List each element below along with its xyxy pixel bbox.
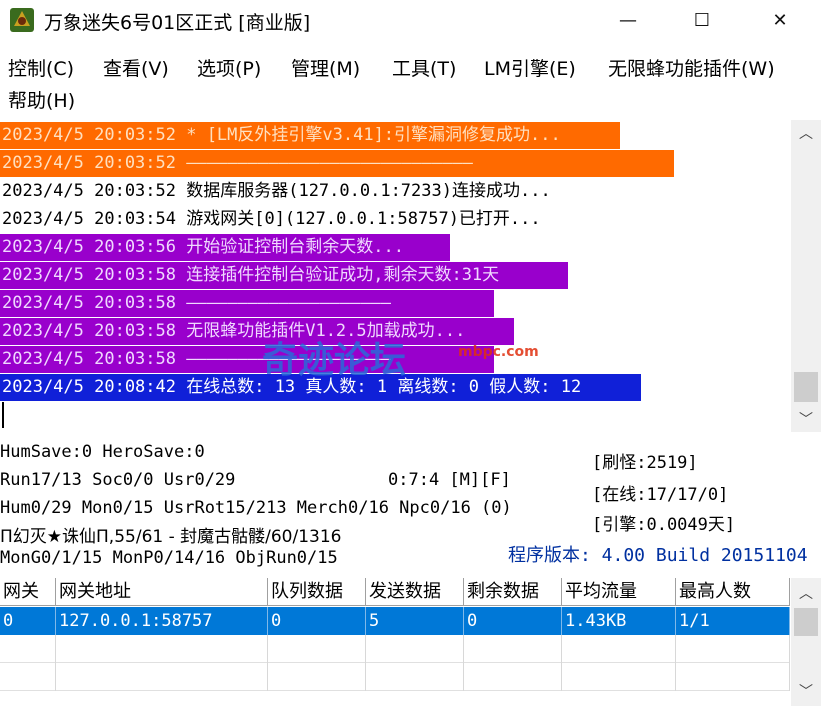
table-row[interactable]: 0 127.0.0.1:58757 0 5 0 1.43KB 1/1 (0, 607, 790, 635)
empty-cell (268, 663, 366, 691)
refresh-monster-stat: [刷怪:2519] (592, 453, 698, 473)
log-line: 2023/4/5 20:03:58 ———————————————————— (0, 290, 494, 317)
svg-text:mbpc.com: mbpc.com (458, 344, 539, 360)
scroll-down-icon[interactable]: ﹀ (791, 678, 821, 704)
empty-cell (56, 663, 268, 691)
mon-stat: MonG0/1/15 MonP0/14/16 ObjRun0/15 (0, 548, 338, 568)
empty-cell (562, 663, 676, 691)
map-stat: Π幻灭★诛仙Π,55/61 - 封魔古骷髅/60/1316 (0, 527, 342, 547)
menu-manage[interactable]: 管理(M) (291, 54, 360, 81)
empty-cell (56, 635, 268, 663)
menu-lm-engine[interactable]: LM引擎(E) (484, 54, 576, 81)
close-icon: ✕ (772, 9, 788, 31)
cell-queue-data: 0 (268, 607, 366, 635)
gateway-grid[interactable]: 网关 网关地址 队列数据 发送数据 剩余数据 平均流量 最高人数 0 127.0… (0, 578, 790, 706)
window-title: 万象迷失6号01区正式 [商业版] (44, 12, 311, 34)
run-timer: 0:7:4 [M][F] (388, 470, 511, 490)
empty-cell (366, 663, 464, 691)
run-stat: Run17/13 Soc0/0 Usr0/29 (0, 470, 236, 490)
log-panel[interactable]: 2023/4/5 20:03:52 * [LM反外挂引擎v3.41]:引擎漏洞修… (0, 120, 790, 432)
cell-gateway: 0 (0, 607, 56, 635)
menu-plugin[interactable]: 无限蜂功能插件(W) (608, 54, 775, 81)
watermark-logo: 奇迹论坛 mbpc.com (262, 340, 539, 381)
log-scroll-thumb[interactable] (794, 372, 818, 402)
version-label: 程序版本: 4.00 Build 20151104 (508, 545, 808, 566)
engine-stat: [引擎:0.0049天] (592, 515, 736, 535)
menu-control[interactable]: 控制(C) (8, 54, 74, 81)
scroll-up-icon[interactable]: ︿ (791, 120, 821, 146)
cell-max-users: 1/1 (676, 607, 790, 635)
hum-stat: Hum0/29 Mon0/15 UsrRot15/213 Merch0/16 N… (0, 498, 512, 518)
menu-options[interactable]: 选项(P) (197, 54, 261, 81)
empty-cell (0, 635, 56, 663)
col-queue-data[interactable]: 队列数据 (268, 578, 366, 606)
empty-cell (676, 663, 790, 691)
menu-bar: 控制(C) 查看(V) 选项(P) 管理(M) 工具(T) LM引擎(E) 无限… (0, 48, 821, 114)
col-gateway-address[interactable]: 网关地址 (56, 578, 268, 606)
empty-cell (676, 635, 790, 663)
log-line: 2023/4/5 20:03:54 游戏网关[0](127.0.0.1:5875… (2, 209, 541, 229)
empty-row (0, 635, 790, 663)
grid-header: 网关 网关地址 队列数据 发送数据 剩余数据 平均流量 最高人数 (0, 578, 790, 606)
scroll-up-icon[interactable]: ︿ (791, 580, 821, 606)
svg-text:奇迹论坛: 奇迹论坛 (262, 340, 406, 381)
status-panel: HumSave:0 HeroSave:0 Run17/13 Soc0/0 Usr… (0, 436, 821, 576)
maximize-icon: ☐ (693, 9, 711, 31)
cell-gateway-address: 127.0.0.1:58757 (56, 607, 268, 635)
menu-tools[interactable]: 工具(T) (392, 54, 456, 81)
close-button[interactable]: ✕ (750, 0, 810, 40)
menu-view[interactable]: 查看(V) (103, 54, 169, 81)
empty-cell (464, 663, 562, 691)
grid-scrollbar[interactable]: ︿ ﹀ (791, 578, 821, 706)
minimize-icon: — (619, 9, 637, 31)
log-line: 2023/4/5 20:03:52 ——————————————————————… (0, 150, 674, 177)
cell-send-data: 5 (366, 607, 464, 635)
log-line: 2023/4/5 20:03:58 连接插件控制台验证成功,剩余天数:31天 (0, 262, 568, 289)
grid-scroll-thumb[interactable] (794, 608, 818, 636)
log-line: 2023/4/5 20:03:52 数据库服务器(127.0.0.1:7233)… (2, 181, 551, 201)
text-caret (2, 402, 4, 428)
empty-cell (0, 663, 56, 691)
empty-cell (464, 635, 562, 663)
empty-row (0, 663, 790, 691)
cell-remaining-data: 0 (464, 607, 562, 635)
hum-save-stat: HumSave:0 HeroSave:0 (0, 442, 205, 462)
col-avg-traffic[interactable]: 平均流量 (562, 578, 676, 606)
log-line: 2023/4/5 20:03:56 开始验证控制台剩余天数... (0, 234, 450, 261)
maximize-button[interactable]: ☐ (672, 0, 732, 40)
empty-cell (562, 635, 676, 663)
empty-cell (366, 635, 464, 663)
scroll-down-icon[interactable]: ﹀ (791, 406, 821, 432)
col-remaining-data[interactable]: 剩余数据 (464, 578, 562, 606)
menu-help[interactable]: 帮助(H) (8, 86, 75, 113)
col-gateway[interactable]: 网关 (0, 578, 56, 606)
app-icon (10, 8, 34, 32)
log-scrollbar[interactable]: ︿ ﹀ (791, 120, 821, 432)
online-stat: [在线:17/17/0] (592, 485, 729, 505)
title-bar: 万象迷失6号01区正式 [商业版] — ☐ ✕ (0, 0, 821, 40)
minimize-button[interactable]: — (598, 0, 658, 40)
col-send-data[interactable]: 发送数据 (366, 578, 464, 606)
cell-avg-traffic: 1.43KB (562, 607, 676, 635)
log-line: 2023/4/5 20:03:52 * [LM反外挂引擎v3.41]:引擎漏洞修… (0, 122, 620, 149)
empty-cell (268, 635, 366, 663)
col-max-users[interactable]: 最高人数 (676, 578, 790, 606)
